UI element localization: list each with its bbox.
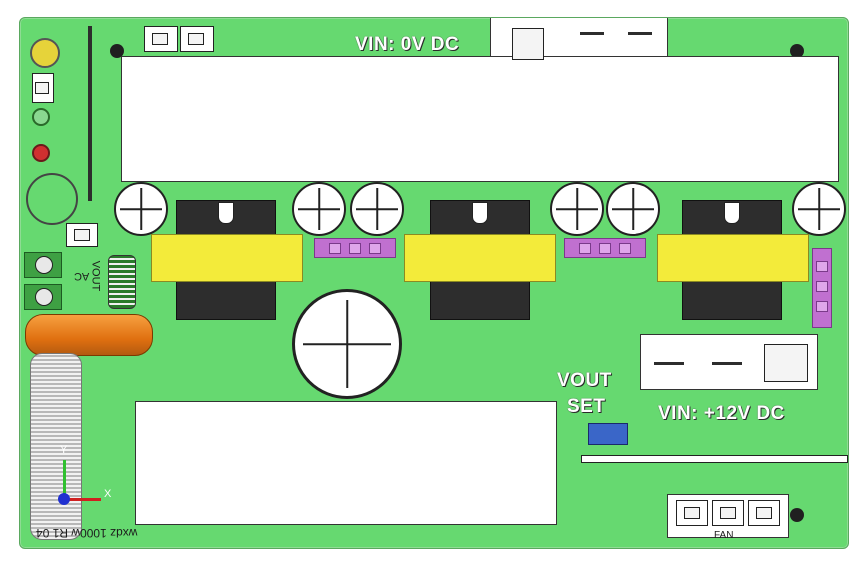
led-icon: [32, 108, 50, 126]
heatsink-tab: [218, 202, 234, 224]
vout-set-label-line2: SET: [567, 396, 606, 417]
pcb-board: VIN: 0V DC AC VOUT Y X VOUT SET VIN: +12…: [19, 17, 849, 549]
relay-pin: [512, 28, 544, 60]
relay-pin: [764, 344, 808, 382]
fan-connector-2: [712, 500, 744, 526]
transformer-2: [404, 234, 556, 282]
top-board-area: [121, 56, 839, 182]
divider-line: [88, 26, 92, 201]
capacitor-icon: [292, 289, 402, 399]
led-icon: [32, 144, 50, 162]
capacitor-icon: [114, 182, 168, 236]
capacitor-icon: [792, 182, 846, 236]
top-connector-2: [180, 26, 214, 52]
top-connector-1: [144, 26, 178, 52]
screw-terminal-icon: [24, 284, 62, 310]
pink-connector-2: [564, 238, 646, 258]
capacitor-icon: [350, 182, 404, 236]
heatsink-tab: [472, 202, 488, 224]
transformer-1: [151, 234, 303, 282]
relay-pin: [712, 362, 742, 365]
relay-pin: [580, 32, 604, 35]
oval-footprint: [26, 173, 78, 225]
transformer-3: [657, 234, 809, 282]
gear-icon: [30, 38, 60, 68]
relay-pin: [628, 32, 652, 35]
ac-label: AC: [74, 270, 90, 282]
fan-connector-1: [676, 500, 708, 526]
mounting-hole-icon: [790, 508, 804, 522]
vin-top-label: VIN: 0V DC: [355, 34, 460, 55]
fan-connector-3: [748, 500, 780, 526]
board-id-label: wxdz 1000w R1 04: [36, 526, 138, 540]
axis-triad-icon: Y X: [58, 444, 118, 508]
capacitor-icon: [606, 182, 660, 236]
fuse: [25, 314, 153, 356]
small-connector: [66, 223, 98, 247]
heatsink-tab: [724, 202, 740, 224]
inductor: [108, 255, 136, 309]
trimmer-pot-icon: [588, 423, 628, 445]
pink-connector-3: [812, 248, 832, 328]
vout-side-label: VOUT: [89, 260, 102, 292]
toroid-coil: [30, 353, 82, 540]
relay-pin: [654, 362, 684, 365]
capacitor-icon: [292, 182, 346, 236]
bottom-board-area: [135, 401, 557, 525]
small-connector: [32, 73, 54, 103]
bottom-divider: [581, 455, 848, 463]
screw-terminal-icon: [24, 252, 62, 278]
vout-set-label-line1: VOUT: [557, 370, 612, 391]
pink-connector-1: [314, 238, 396, 258]
capacitor-icon: [550, 182, 604, 236]
fan-label: FAN: [714, 530, 734, 541]
vin-right-label: VIN: +12V DC: [658, 403, 785, 424]
